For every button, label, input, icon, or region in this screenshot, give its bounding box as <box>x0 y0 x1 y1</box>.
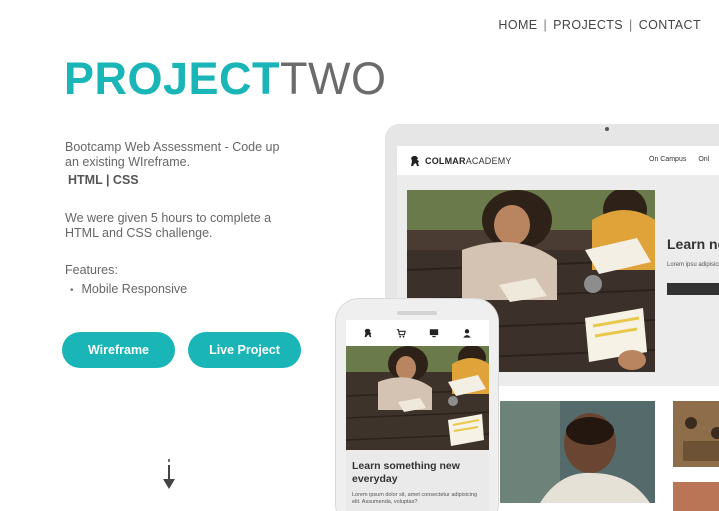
phone-speaker <box>397 311 437 315</box>
mockup-nav-item: On Campus <box>649 156 687 163</box>
phone-screen: Learn something new everyday Lorem ipsum… <box>346 320 489 511</box>
mockup-site-nav: On Campus Onl <box>649 156 719 163</box>
user-icon <box>462 329 471 338</box>
arrow-down-icon[interactable] <box>161 459 177 491</box>
page-title: PROJECTTWO <box>64 54 387 104</box>
top-nav: HOME | PROJECTS | CONTACT <box>498 18 701 32</box>
nav-projects-link[interactable]: PROJECTS <box>553 18 623 32</box>
nav-separator: | <box>543 18 548 32</box>
student-photo <box>500 401 655 503</box>
phone-nav <box>346 320 489 346</box>
title-light-part: TWO <box>280 53 387 104</box>
logo-light: ACADEMY <box>465 155 512 166</box>
mockup-hero-title: Learn new e <box>667 236 719 252</box>
title-bold-part: PROJECT <box>64 53 281 104</box>
nav-home-link[interactable]: HOME <box>498 18 537 32</box>
phone-hero-card: Learn something new everyday Lorem ipsum… <box>346 450 489 511</box>
classroom-photo <box>673 401 719 467</box>
mockup-hero-paragraph: Lorem ipsu adipisicing <box>667 262 719 268</box>
feature-item: Mobile Responsive <box>70 282 188 296</box>
phone-hero-photo <box>346 346 489 450</box>
mockup-hero-button <box>667 283 719 295</box>
nav-separator: | <box>629 18 633 32</box>
features-label: Features: <box>65 263 118 277</box>
workspace-photo <box>673 482 719 511</box>
mockup-nav-item: Onl <box>698 156 710 163</box>
live-project-button[interactable]: Live Project <box>188 332 301 368</box>
mockup-logo-text: COLMARACADEMY <box>425 156 512 166</box>
wireframe-button[interactable]: Wireframe <box>62 332 175 368</box>
mockup-hero-text: Learn new e Lorem ipsu adipisicing <box>667 236 719 295</box>
lion-logo-icon <box>411 155 419 166</box>
lion-logo-icon <box>365 328 372 338</box>
phone-hero-paragraph: Lorem ipsum dolor sit, amet consectetur … <box>352 492 478 505</box>
project-description: Bootcamp Web Assessment - Code up an exi… <box>65 140 280 169</box>
nav-contact-link[interactable]: CONTACT <box>639 18 701 32</box>
mockup-site-header: COLMARACADEMY On Campus Onl <box>397 146 719 176</box>
cart-icon <box>396 329 406 338</box>
challenge-description: We were given 5 hours to complete a HTML… <box>65 211 272 240</box>
tech-stack: HTML | CSS <box>68 173 139 187</box>
monitor-icon <box>429 329 439 338</box>
laptop-camera <box>605 127 609 131</box>
phone-mockup: Learn something new everyday Lorem ipsum… <box>335 298 499 511</box>
feature-list: Mobile Responsive <box>70 282 188 296</box>
logo-bold: COLMAR <box>425 155 466 166</box>
phone-hero-title: Learn something new everyday <box>352 460 460 485</box>
